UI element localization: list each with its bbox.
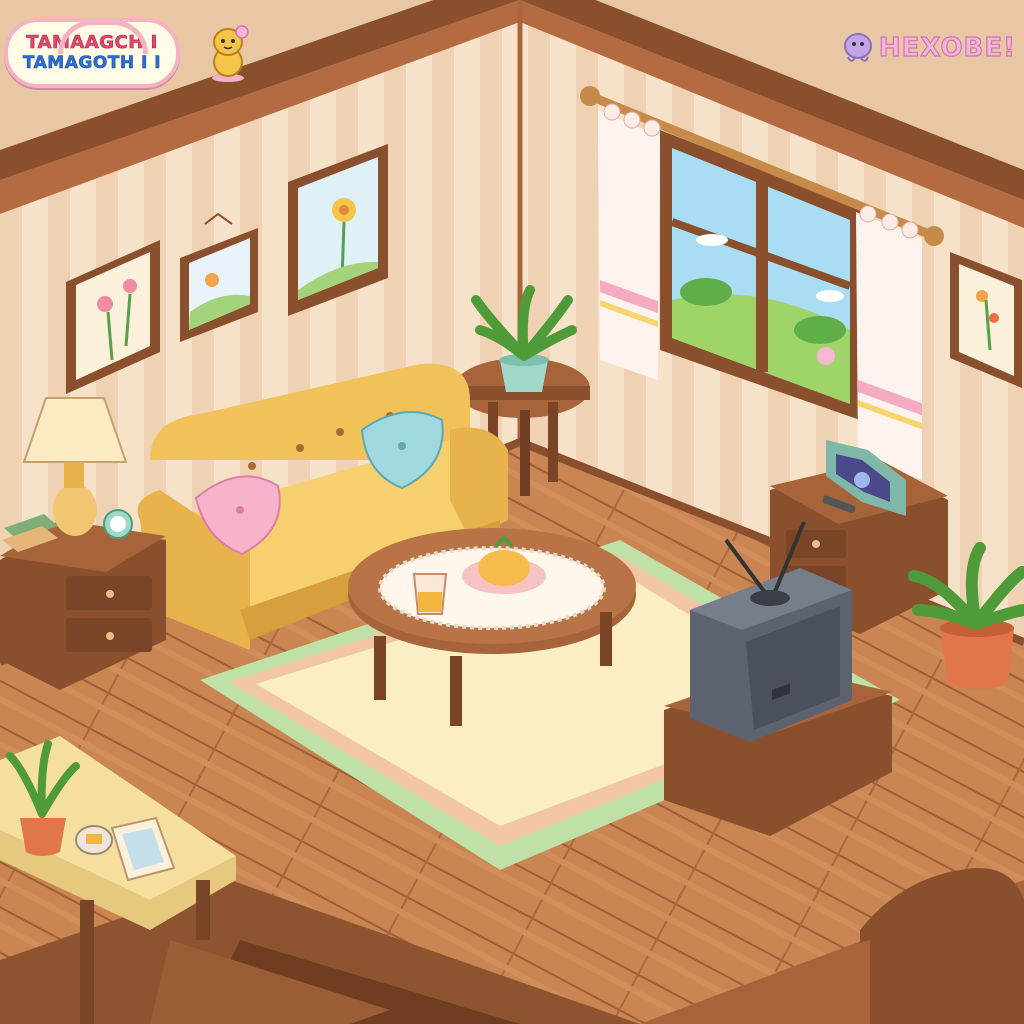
- logo-handle: [58, 20, 148, 54]
- juice-cup[interactable]: [412, 573, 448, 615]
- tamagotchi-egg-icon[interactable]: [75, 825, 113, 855]
- brand-name: HEXOBE!: [878, 32, 1016, 63]
- game-logo[interactable]: TAMAAGCH I TAMAGOTH I I: [4, 18, 180, 88]
- alarm-clock-icon[interactable]: [103, 509, 133, 539]
- game-viewport: TAMAAGCH I TAMAGOTH I I HEXOBE!: [0, 0, 1024, 1024]
- logo-title-line-2: TAMAGOTH I I: [22, 53, 162, 74]
- brand-logo[interactable]: HEXOBE!: [843, 26, 1016, 70]
- curtain-left: [598, 103, 661, 380]
- room-scene: [0, 0, 1024, 1024]
- mascot-character-icon[interactable]: [202, 24, 254, 84]
- brand-mascot-icon: [843, 33, 872, 62]
- curtain-right: [856, 205, 922, 480]
